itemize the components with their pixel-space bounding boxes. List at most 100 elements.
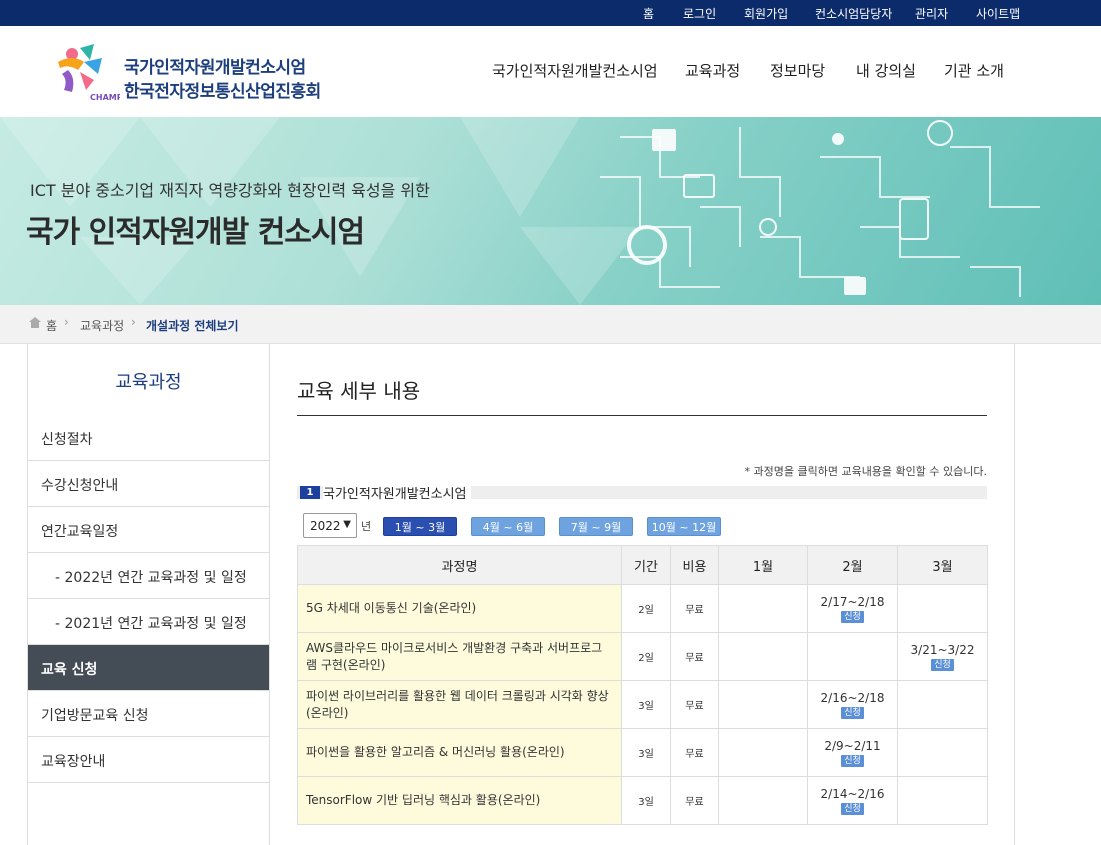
nav-my-classroom[interactable]: 내 강의실 (856, 60, 916, 81)
logo-title-line2[interactable]: 한국전자정보통신산업진흥회 (124, 77, 321, 102)
breadcrumb-current: 개설과정 전체보기 (146, 319, 239, 333)
nav-consortium[interactable]: 국가인적자원개발컨소시엄 (492, 60, 658, 81)
sidebar-item-apply[interactable]: 교육 신청 (28, 645, 269, 691)
apply-button[interactable]: 신청 (841, 610, 864, 623)
course-name-link[interactable]: 파이썬 라이브러리를 활용한 웹 데이터 크롤링과 시각화 향상(온라인) (297, 680, 622, 729)
course-name-link[interactable]: AWS클라우드 마이크로서비스 개발환경 구축과 서버프로그램 구현(온라인) (297, 632, 622, 681)
course-feb-cell: 2/16~2/18 신청 (807, 680, 898, 729)
year-select[interactable]: 2022 ▼ (303, 513, 357, 538)
course-name-link[interactable]: TensorFlow 기반 딥러닝 핵심과 활용(온라인) (297, 776, 622, 825)
table-row: 파이썬을 활용한 알고리즘 & 머신러닝 활용(온라인) 3일 무료 2/9~2… (297, 728, 988, 777)
topbar-link-sitemap[interactable]: 사이트맵 (976, 5, 1020, 22)
sidebar-title: 교육과정 (115, 372, 182, 393)
course-period: 3일 (621, 680, 671, 729)
logo-title-line1[interactable]: 국가인적자원개발컨소시엄 (124, 53, 306, 78)
apply-button[interactable]: 신청 (841, 754, 864, 767)
course-table: 과정명 기간 비용 1월 2월 3월 5G 차세대 이동통신 기술(온라인) 2… (297, 545, 988, 825)
topbar-link-join[interactable]: 회원가입 (744, 5, 788, 22)
course-mar-cell: 3/21~3/22 신청 (897, 632, 988, 681)
chevron-right-icon: › (131, 315, 136, 329)
course-cost: 무료 (670, 584, 719, 633)
course-jan-cell (718, 728, 808, 777)
nav-info[interactable]: 정보마당 (770, 60, 825, 81)
svg-text:CHAMP: CHAMP (90, 93, 120, 102)
year-label: 년 (361, 520, 372, 533)
table-row: 5G 차세대 이동통신 기술(온라인) 2일 무료 2/17~2/18 신청 (297, 584, 988, 633)
quarter-button-3[interactable]: 7월 ~ 9월 (559, 517, 633, 536)
course-mar-cell (897, 728, 988, 777)
course-cost: 무료 (670, 776, 719, 825)
section-number-badge: 1 (300, 486, 320, 499)
course-cost: 무료 (670, 728, 719, 777)
apply-button[interactable]: 신청 (931, 658, 954, 671)
course-mar-cell (897, 584, 988, 633)
column-header-cost: 비용 (670, 545, 719, 585)
course-period: 2일 (621, 632, 671, 681)
page-title: 교육 세부 내용 (297, 379, 421, 403)
quarter-button-4[interactable]: 10월 ~ 12월 (647, 517, 721, 536)
home-icon[interactable] (28, 316, 42, 332)
breadcrumb-home[interactable]: 홈 (46, 317, 57, 334)
column-header-name: 과정명 (297, 545, 622, 585)
nav-about[interactable]: 기관 소개 (944, 60, 1004, 81)
sidebar-item-annual-schedule[interactable]: 연간교육일정 (28, 507, 269, 553)
sidebar: 교육과정 신청절차 수강신청안내 연간교육일정 - 2022년 연간 교육과정 … (27, 344, 270, 845)
banner-title: 국가 인적자원개발 컨소시엄 (26, 215, 365, 250)
topbar-link-manager[interactable]: 컨소시엄담당자 (815, 5, 892, 22)
apply-button[interactable]: 신청 (841, 706, 864, 719)
course-mar-cell (897, 776, 988, 825)
course-feb-cell: 2/17~2/18 신청 (807, 584, 898, 633)
column-header-jan: 1월 (718, 545, 808, 585)
course-jan-cell (718, 632, 808, 681)
champ-logo-icon[interactable]: CHAMP (50, 40, 123, 104)
year-select-value: 2022 (310, 519, 341, 533)
breadcrumb: 홈 › 교육과정 › 개설과정 전체보기 (0, 305, 1101, 344)
course-name-link[interactable]: 5G 차세대 이동통신 기술(온라인) (297, 584, 622, 633)
table-row: AWS클라우드 마이크로서비스 개발환경 구축과 서버프로그램 구현(온라인) … (297, 632, 988, 681)
course-period: 3일 (621, 776, 671, 825)
course-name-link[interactable]: 파이썬을 활용한 알고리즘 & 머신러닝 활용(온라인) (297, 728, 622, 777)
sidebar-item-venue[interactable]: 교육장안내 (28, 737, 269, 783)
content-right-border (1014, 344, 1015, 845)
course-period: 2일 (621, 584, 671, 633)
nav-courses[interactable]: 교육과정 (685, 60, 740, 81)
course-date: 2/9~2/11 (824, 738, 881, 753)
quarter-button-2[interactable]: 4월 ~ 6월 (471, 517, 545, 536)
table-row: TensorFlow 기반 딥러닝 핵심과 활용(온라인) 3일 무료 2/14… (297, 776, 988, 825)
title-divider (297, 415, 987, 416)
sidebar-item-company-visit[interactable]: 기업방문교육 신청 (28, 691, 269, 737)
course-date: 2/16~2/18 (820, 690, 885, 705)
course-period: 3일 (621, 728, 671, 777)
course-mar-cell (897, 680, 988, 729)
topbar-link-admin[interactable]: 관리자 (915, 5, 948, 22)
table-header-row: 과정명 기간 비용 1월 2월 3월 (297, 545, 988, 585)
topbar-link-home[interactable]: 홈 (643, 5, 654, 22)
banner-subtitle: ICT 분야 중소기업 재직자 역량강화와 현장인력 육성을 위한 (30, 181, 430, 200)
course-date: 2/14~2/16 (820, 786, 885, 801)
sidebar-item-2021-schedule[interactable]: - 2021년 연간 교육과정 및 일정 (28, 599, 269, 645)
sidebar-item-registration-guide[interactable]: 수강신청안내 (28, 461, 269, 507)
course-cost: 무료 (670, 632, 719, 681)
section-title: 국가인적자원개발컨소시엄 (323, 483, 471, 502)
course-jan-cell (718, 584, 808, 633)
hero-banner: ICT 분야 중소기업 재직자 역량강화와 현장인력 육성을 위한 국가 인적자… (0, 117, 1101, 305)
course-feb-cell: 2/9~2/11 신청 (807, 728, 898, 777)
chevron-down-icon: ▼ (343, 519, 351, 530)
help-note: * 과정명을 클릭하면 교육내용을 확인할 수 있습니다. (744, 465, 988, 478)
column-header-feb: 2월 (807, 545, 898, 585)
topbar-link-login[interactable]: 로그인 (683, 5, 716, 22)
chevron-right-icon: › (64, 315, 69, 329)
course-date: 3/21~3/22 (910, 642, 975, 657)
sidebar-item-2022-schedule[interactable]: - 2022년 연간 교육과정 및 일정 (28, 553, 269, 599)
site-header: CHAMP 국가인적자원개발컨소시엄 한국전자정보통신산업진흥회 국가인적자원개… (0, 26, 1101, 117)
table-row: 파이썬 라이브러리를 활용한 웹 데이터 크롤링과 시각화 향상(온라인) 3일… (297, 680, 988, 729)
quarter-button-1[interactable]: 1월 ~ 3월 (383, 517, 457, 536)
breadcrumb-courses[interactable]: 교육과정 (80, 317, 124, 334)
apply-button[interactable]: 신청 (841, 802, 864, 815)
top-utility-bar: 홈 로그인 회원가입 컨소시엄담당자 관리자 사이트맵 (0, 0, 1101, 26)
sidebar-item-procedure[interactable]: 신청절차 (28, 415, 269, 461)
course-jan-cell (718, 680, 808, 729)
course-jan-cell (718, 776, 808, 825)
column-header-mar: 3월 (897, 545, 988, 585)
course-date: 2/17~2/18 (820, 594, 885, 609)
